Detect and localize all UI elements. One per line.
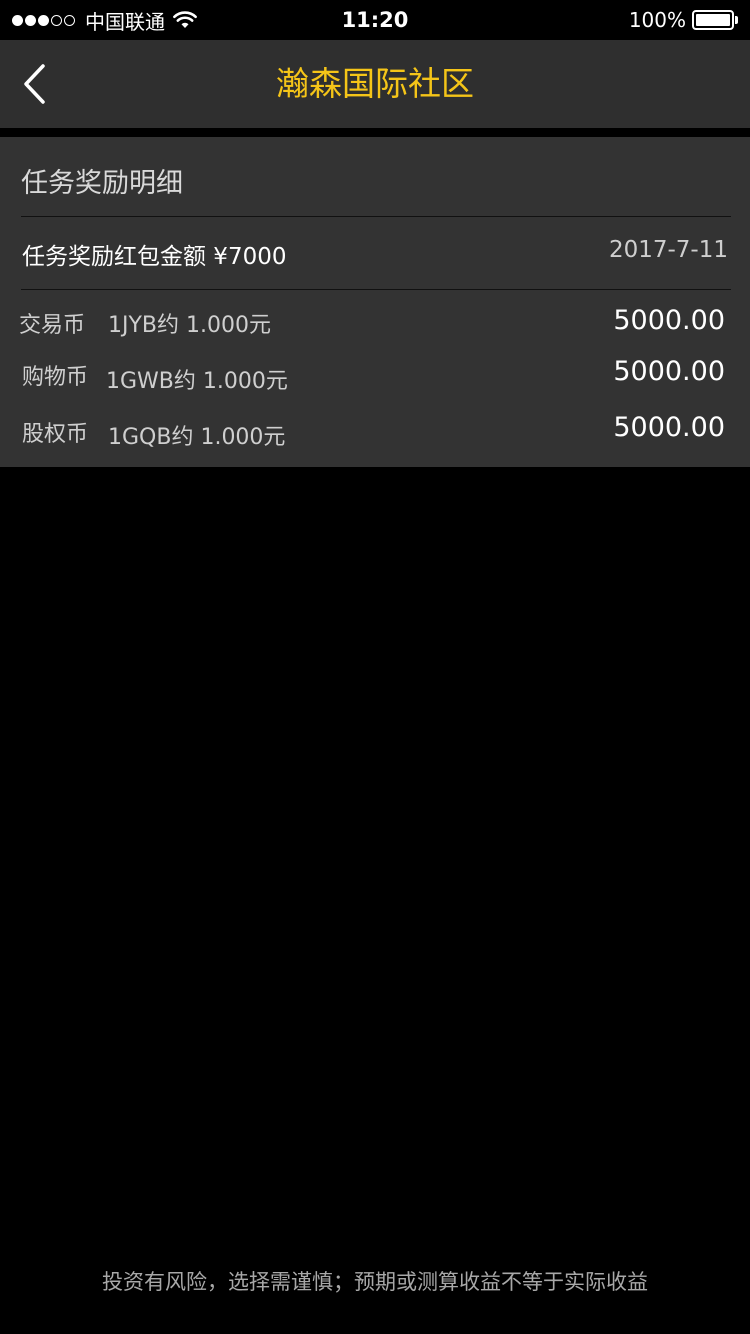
coin-row-gqb: 股权币 1GQB约 1.000元 5000.00: [0, 412, 750, 464]
battery-fill: [696, 14, 730, 26]
battery-percent: 100%: [628, 8, 686, 32]
divider: [21, 216, 731, 217]
coin-row-gwb: 购物币 1GWB约 1.000元 5000.00: [0, 356, 750, 407]
reward-detail-card: 任务奖励明细 任务奖励红包金额 ¥7000 2017-7-11 交易币 1JYB…: [0, 137, 750, 467]
divider: [21, 289, 731, 290]
page-title: 瀚森国际社区: [276, 64, 474, 103]
coin-name: 购物币: [22, 365, 89, 390]
coin-row-jyb: 交易币 1JYB约 1.000元 5000.00: [0, 305, 750, 353]
coin-amount: 5000.00: [613, 356, 725, 387]
coin-rate: 1GWB约 1.000元: [106, 369, 288, 394]
status-bar: 中国联通 11:20 100%: [0, 0, 750, 40]
coin-rate: 1GQB约 1.000元: [108, 425, 286, 450]
nav-bar: 瀚森国际社区: [0, 40, 750, 128]
coin-rate: 1JYB约 1.000元: [108, 313, 271, 338]
coin-amount: 5000.00: [613, 305, 725, 336]
status-right: 100%: [629, 6, 738, 34]
reward-date: 2017-7-11: [608, 237, 728, 263]
card-title: 任务奖励明细: [21, 168, 183, 199]
coin-amount: 5000.00: [613, 412, 725, 443]
reward-amount-label: 任务奖励红包金额 ¥7000: [22, 244, 287, 270]
coin-name: 股权币: [22, 422, 89, 447]
battery-cap: [735, 16, 738, 24]
coin-name: 交易币: [19, 313, 86, 338]
risk-disclaimer: 投资有风险，选择需谨慎；预期或测算收益不等于实际收益: [102, 1270, 648, 1294]
battery-icon: [692, 10, 734, 30]
